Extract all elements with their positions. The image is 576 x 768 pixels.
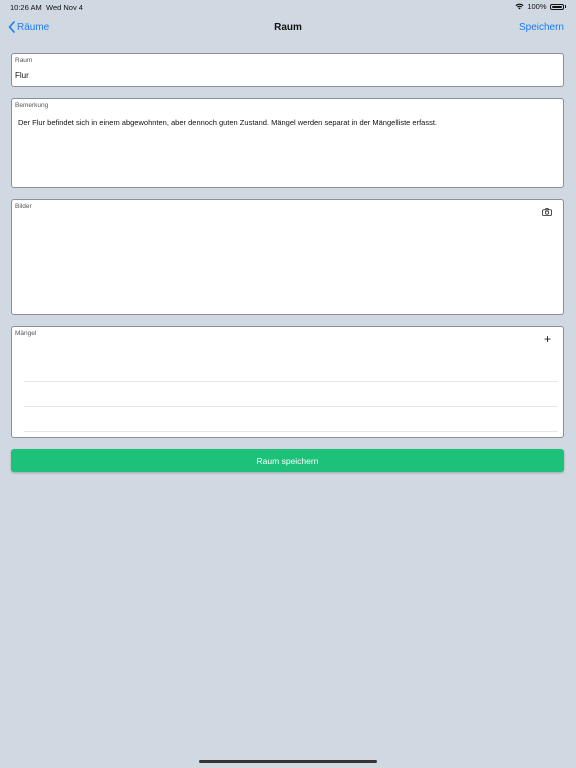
- raum-field[interactable]: Raum Flur: [11, 53, 564, 87]
- raum-label: Raum: [15, 57, 33, 64]
- home-indicator: [199, 760, 377, 763]
- bemerkung-field[interactable]: Bemerkung Der Flur befindet sich in eine…: [11, 98, 564, 188]
- raum-speichern-button[interactable]: Raum speichern: [11, 449, 564, 472]
- status-right: 100%: [515, 2, 566, 11]
- battery-cap: [564, 5, 566, 8]
- list-divider: [24, 431, 558, 432]
- status-date: Wed Nov 4: [46, 3, 83, 12]
- list-divider: [24, 381, 558, 382]
- battery-icon: [549, 3, 564, 10]
- bilder-label: Bilder: [15, 203, 32, 210]
- maengel-label: Mängel: [15, 330, 37, 337]
- page-title: Raum: [274, 22, 302, 33]
- status-bar: 10:26 AM Wed Nov 4 100%: [0, 0, 576, 14]
- plus-icon[interactable]: +: [544, 333, 551, 345]
- wifi-icon: [515, 3, 524, 10]
- save-nav-button[interactable]: Speichern: [519, 22, 564, 33]
- list-divider: [24, 406, 558, 407]
- navigation-bar: Räume Raum Speichern: [0, 14, 576, 42]
- battery-percent: 100%: [527, 2, 547, 11]
- bemerkung-label: Bemerkung: [15, 102, 49, 109]
- bilder-section: Bilder: [11, 199, 564, 315]
- status-time: 10:26 AM: [10, 3, 42, 12]
- camera-icon[interactable]: [542, 208, 552, 216]
- raum-input[interactable]: Flur: [15, 71, 29, 80]
- maengel-section: Mängel +: [11, 326, 564, 438]
- bemerkung-textarea[interactable]: Der Flur befindet sich in einem abgewohn…: [18, 118, 555, 127]
